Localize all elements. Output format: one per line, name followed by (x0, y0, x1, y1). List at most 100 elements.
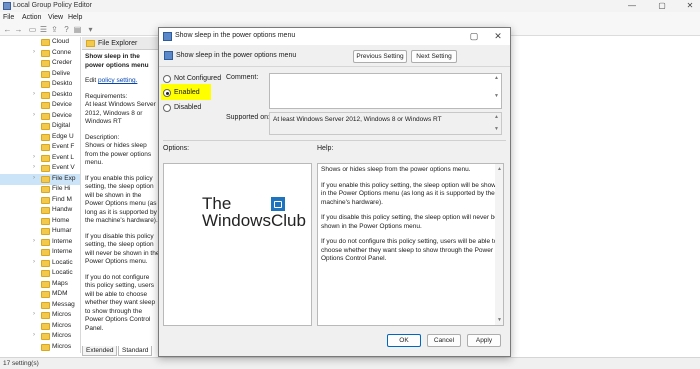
tree-item[interactable]: Messag (0, 300, 80, 311)
tree-item[interactable]: Interne (0, 247, 80, 258)
folder-icon[interactable]: ▭ (28, 25, 37, 34)
export-icon[interactable]: ⇪ (50, 25, 59, 34)
tree-item[interactable]: Delive (0, 69, 80, 80)
chevron-right-icon[interactable]: › (33, 332, 35, 338)
menu-action[interactable]: Action (22, 14, 41, 21)
chevron-right-icon[interactable]: › (33, 259, 35, 265)
description-text: Shows or hides sleep from the power opti… (85, 142, 152, 166)
folder-icon (41, 312, 50, 319)
tree-item[interactable]: Event F (0, 142, 80, 153)
properties-icon[interactable]: ▤ (73, 25, 82, 34)
comment-textarea[interactable]: ▲ ▼ (269, 73, 502, 109)
help-label: Help: (317, 145, 334, 152)
folder-icon (41, 259, 50, 267)
dialog-close-icon[interactable]: ✕ (488, 29, 508, 43)
tree-item[interactable]: › Micros (0, 310, 80, 321)
maximize-icon[interactable]: ▢ (652, 0, 672, 12)
windowsclub-logo-icon (271, 197, 285, 211)
tree-item[interactable]: › Conne (0, 48, 80, 59)
tree-item-label: Micros (52, 311, 72, 318)
forward-icon[interactable]: → (14, 25, 23, 34)
folder-icon (41, 102, 50, 109)
tree-item-label: Event V (52, 164, 75, 171)
policy-tree[interactable]: Cloud › Conne Creder Delive Deskto › Deskto Devi… (0, 37, 81, 353)
tree-item[interactable]: › Micros (0, 331, 80, 342)
help-icon[interactable]: ? (62, 25, 71, 34)
requirements-label: Requirements: (85, 92, 128, 100)
minimize-icon[interactable]: — (622, 0, 642, 12)
dialog-maximize-icon[interactable]: ▢ (464, 29, 484, 43)
help-scrollbar[interactable]: ▲ ▼ (495, 164, 503, 325)
tree-item[interactable]: Device (0, 100, 80, 111)
chevron-right-icon[interactable]: › (33, 175, 35, 181)
close-icon[interactable]: ✕ (680, 0, 700, 12)
chevron-right-icon[interactable]: › (33, 91, 35, 97)
next-setting-button[interactable]: Next Setting (411, 50, 457, 63)
tree-item[interactable]: Home (0, 216, 80, 227)
tree-item[interactable]: › Locatic (0, 258, 80, 269)
tree-item[interactable]: › Event L (0, 153, 80, 164)
comment-scrollbar[interactable]: ▲ ▼ (493, 75, 500, 99)
cancel-button[interactable]: Cancel (427, 334, 461, 347)
tree-item-label: Interne (52, 237, 73, 245)
tree-item[interactable]: Creder (0, 58, 80, 69)
tree-item[interactable]: › Interne (0, 237, 80, 248)
supported-scrollbar[interactable]: ▲ ▼ (493, 114, 500, 132)
tree-item-label: Humar (52, 227, 72, 234)
chevron-right-icon[interactable]: › (33, 154, 35, 160)
menu-help[interactable]: Help (68, 14, 82, 21)
menu-view[interactable]: View (48, 14, 63, 21)
tree-item[interactable]: Micros (0, 342, 80, 353)
chevron-right-icon[interactable]: › (33, 164, 35, 170)
radio-circle[interactable] (163, 75, 171, 83)
chevron-right-icon[interactable]: › (33, 49, 35, 55)
back-icon[interactable]: ← (3, 25, 12, 34)
tree-item[interactable]: Deskto (0, 79, 80, 90)
folder-icon (41, 207, 50, 214)
app-title: Local Group Policy Editor (13, 2, 92, 9)
tree-item-label: Home (52, 216, 70, 224)
scroll-up-icon[interactable]: ▲ (497, 165, 502, 174)
scroll-down-icon[interactable]: ▼ (497, 316, 502, 325)
folder-icon (41, 270, 50, 277)
chevron-right-icon[interactable]: › (33, 112, 35, 118)
folder-icon (41, 133, 50, 141)
tree-item[interactable]: Handw (0, 205, 80, 216)
radio-circle-selected[interactable] (163, 89, 171, 97)
tree-item[interactable]: Digital (0, 121, 80, 132)
tree-item[interactable]: › Device (0, 111, 80, 122)
tree-item[interactable]: Edge U (0, 132, 80, 143)
chevron-right-icon[interactable]: › (33, 311, 35, 317)
previous-setting-button[interactable]: Previous Setting (353, 50, 407, 63)
chevron-right-icon[interactable]: › (33, 238, 35, 244)
tab-extended[interactable]: Extended (82, 346, 118, 356)
dialog-title: Show sleep in the power options menu (175, 32, 296, 39)
tree-item-label: Digital (52, 122, 71, 129)
tree-item[interactable]: Find M (0, 195, 80, 206)
radio-circle[interactable] (163, 104, 171, 112)
tree-item[interactable]: › File Exp (0, 173, 80, 185)
tree-item[interactable]: Humar (0, 226, 80, 237)
folder-icon (41, 175, 50, 183)
edit-policy-link[interactable]: policy setting. (98, 77, 137, 84)
tree-item[interactable]: MDM (0, 289, 80, 300)
tree-item[interactable]: Micros (0, 321, 80, 332)
tree-item[interactable]: Locatic (0, 268, 80, 279)
description-p3: If you do not configure this policy sett… (85, 273, 156, 332)
filter-icon[interactable]: ▾ (86, 25, 95, 34)
tree-item-label: Deskto (52, 90, 73, 98)
tab-standard[interactable]: Standard (118, 346, 153, 356)
tree-item[interactable]: Cloud (0, 37, 80, 48)
tree-item-label: Micros (52, 332, 72, 339)
menu-file[interactable]: File (3, 14, 14, 21)
folder-icon (41, 165, 50, 172)
help-p3: If you disable this policy setting, the … (321, 214, 499, 230)
tree-item[interactable]: › Event V (0, 163, 80, 174)
apply-button[interactable]: Apply (467, 334, 501, 347)
tree-item[interactable]: Maps (0, 279, 80, 290)
tree-item[interactable]: File Hi (0, 184, 80, 195)
tree-item-label: Maps (52, 279, 68, 287)
tree-item[interactable]: › Deskto (0, 90, 80, 101)
ok-button[interactable]: OK (387, 334, 421, 347)
list-icon[interactable]: ☰ (39, 25, 48, 34)
